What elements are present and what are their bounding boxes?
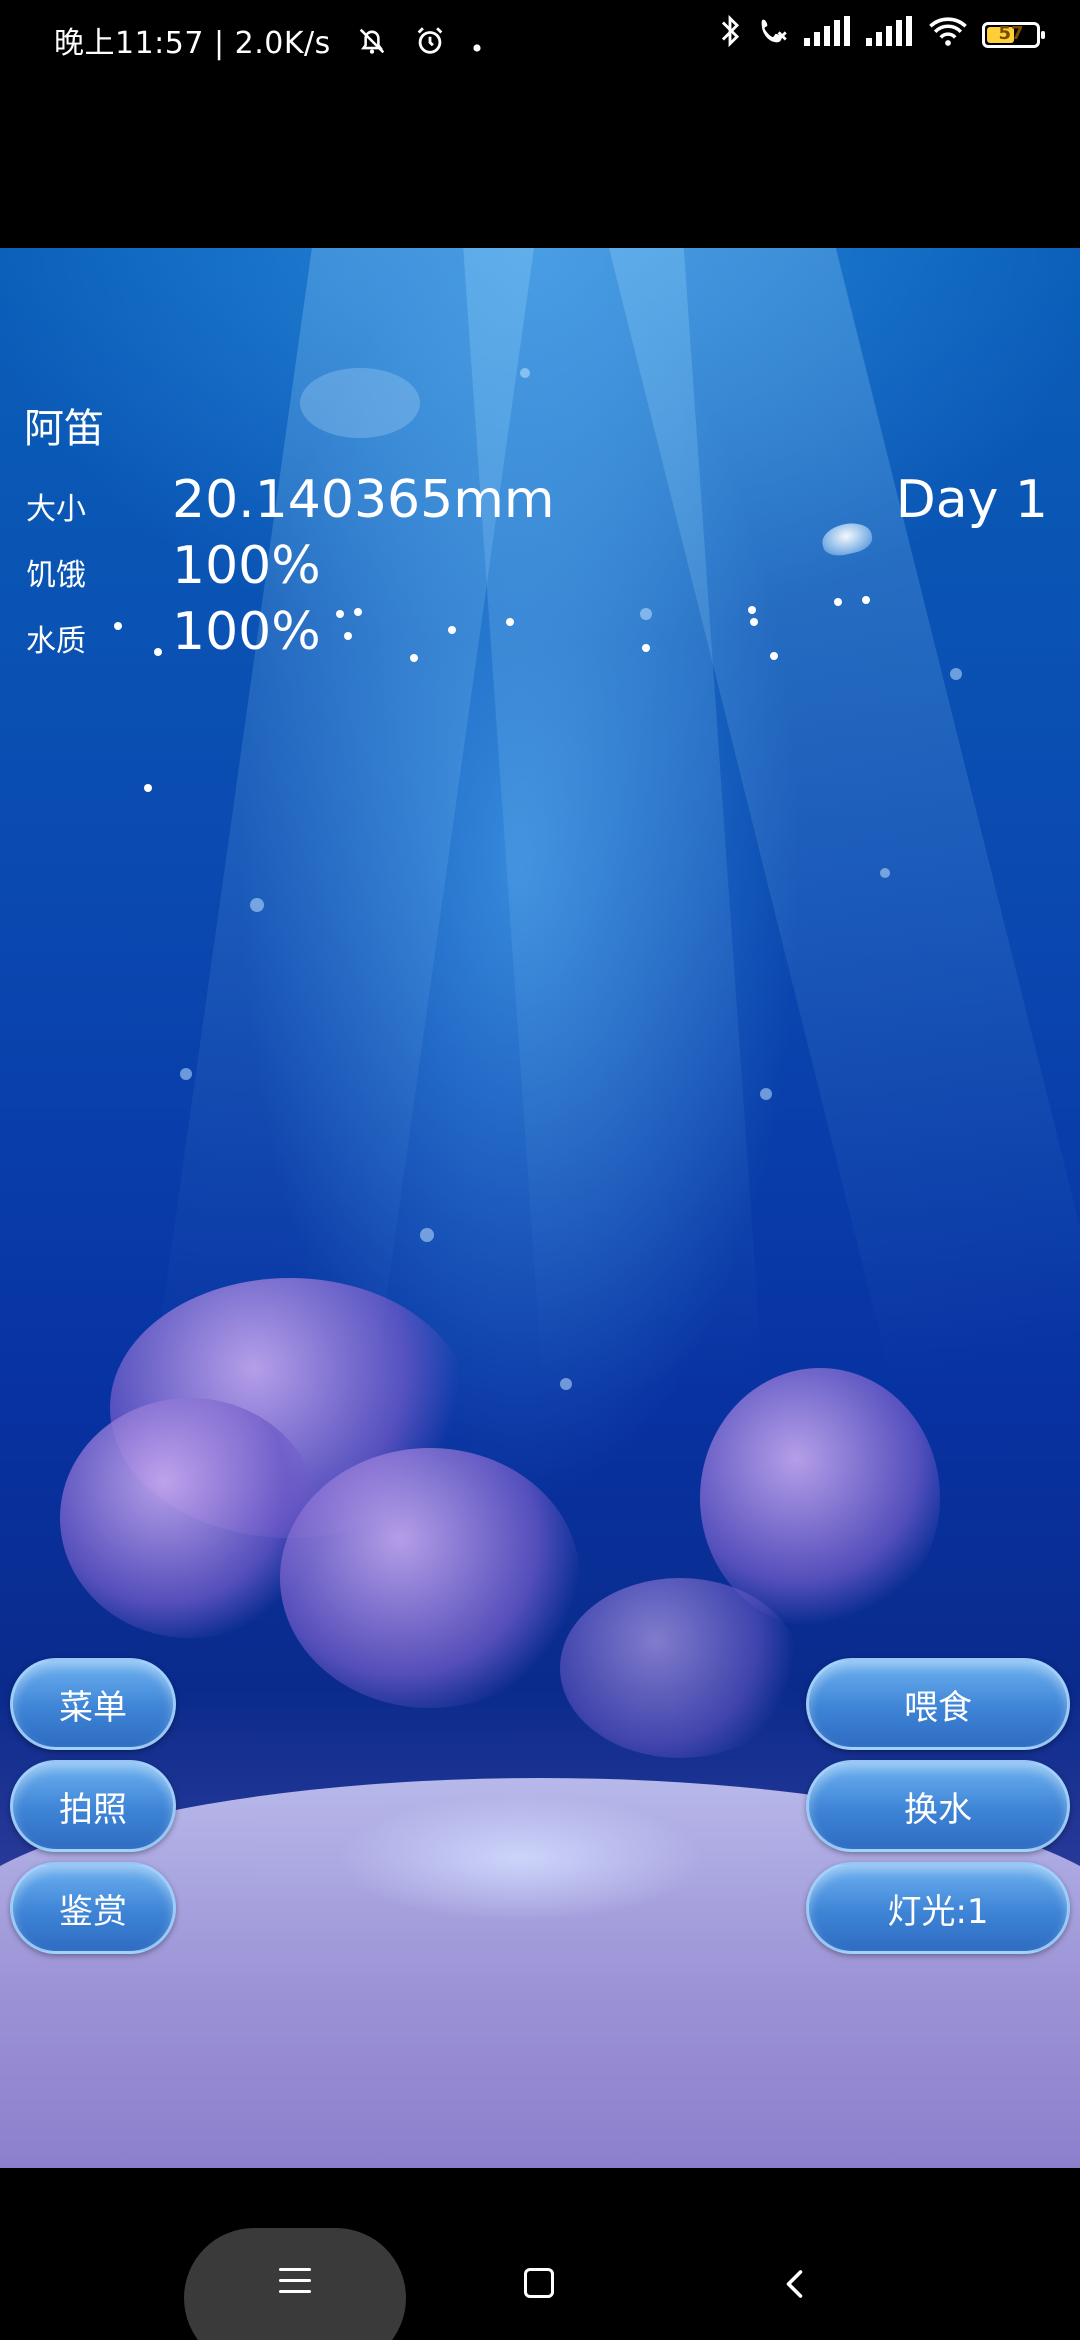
status-separator: |: [214, 26, 225, 61]
signal-icon: [804, 16, 852, 54]
screen: 晚上11:57 | 2.0K/s 57 阿笛 大小 20.140365mm 饥饿…: [0, 0, 1080, 2340]
menu-button[interactable]: 菜单: [10, 1658, 176, 1750]
call-forward-icon: [756, 14, 790, 56]
status-right: 57: [718, 14, 1045, 56]
home-icon[interactable]: [524, 2268, 554, 2298]
food-particle: [144, 784, 152, 792]
bubble: [420, 1228, 434, 1242]
food-particle: [354, 608, 362, 616]
signal-icon: [866, 16, 914, 54]
food-particle: [448, 626, 456, 634]
bubble: [250, 898, 264, 912]
status-net-speed: 2.0K/s: [234, 26, 331, 61]
back-icon[interactable]: [778, 2266, 814, 2302]
coral: [560, 1578, 800, 1758]
status-bar: 晚上11:57 | 2.0K/s 57: [0, 0, 1080, 72]
menu-icon[interactable]: [184, 2228, 406, 2340]
food-particle: [642, 644, 650, 652]
stat-value-hunger: 100%: [172, 536, 321, 596]
change-water-button[interactable]: 换水: [806, 1760, 1070, 1852]
food-particle: [748, 606, 756, 614]
bubble: [520, 368, 530, 378]
bubble: [760, 1088, 772, 1100]
food-particle: [750, 618, 758, 626]
pet-name: 阿笛: [24, 406, 104, 452]
bubble: [640, 608, 652, 620]
bubble: [950, 668, 962, 680]
food-particle: [506, 618, 514, 626]
food-particle: [154, 648, 162, 656]
aquarium-scene[interactable]: 阿笛 大小 20.140365mm 饥饿 100% 水质 100% Day 1 …: [0, 248, 1080, 2168]
day-counter: Day 1: [895, 470, 1048, 530]
stat-value-size: 20.140365mm: [172, 470, 555, 530]
wifi-icon: [928, 15, 968, 55]
food-particle: [410, 654, 418, 662]
coral: [280, 1448, 580, 1708]
photo-button[interactable]: 拍照: [10, 1760, 176, 1852]
battery-icon: 57: [982, 22, 1045, 48]
status-left: 晚上11:57 | 2.0K/s: [54, 18, 483, 66]
food-particle: [770, 652, 778, 660]
light-button[interactable]: 灯光:1: [806, 1862, 1070, 1954]
alarm-icon: [413, 24, 447, 66]
gallery-button[interactable]: 鉴赏: [10, 1862, 176, 1954]
bubble: [180, 1068, 192, 1080]
mute-bell-icon: [355, 24, 389, 66]
food-particle: [344, 632, 352, 640]
food-particle: [114, 622, 122, 630]
battery-percent: 57: [998, 23, 1024, 44]
navigation-bar: [0, 2168, 1080, 2340]
bubble: [880, 868, 890, 878]
feed-button[interactable]: 喂食: [806, 1658, 1070, 1750]
coral: [60, 1398, 320, 1638]
stat-label-size: 大小: [26, 492, 86, 527]
stat-value-water-quality: 100%: [172, 602, 321, 662]
bubble: [560, 1378, 572, 1390]
status-time: 晚上11:57: [54, 26, 204, 61]
food-particle: [862, 596, 870, 604]
food-particle: [834, 598, 842, 606]
food-particle: [336, 610, 344, 618]
stat-label-hunger: 饥饿: [26, 558, 86, 593]
dot-icon: [471, 27, 483, 62]
stat-label-water-quality: 水质: [26, 624, 86, 659]
bluetooth-icon: [718, 14, 742, 56]
bubble: [300, 368, 420, 438]
